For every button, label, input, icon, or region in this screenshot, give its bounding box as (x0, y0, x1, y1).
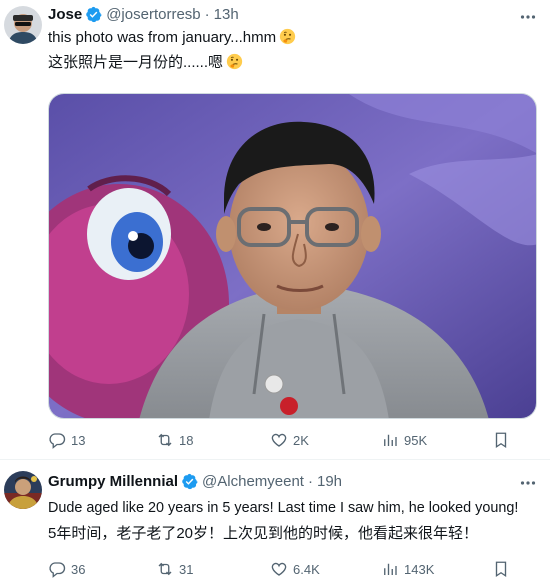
separator: · (204, 6, 210, 23)
photo-image (49, 94, 536, 418)
retweet-count: 31 (179, 561, 194, 577)
tweet[interactable]: Jose @josertorresb · 13h this photo was … (0, 0, 550, 460)
tweet-header: Grumpy Millennial @Alchemyeent · 19h (48, 473, 342, 490)
like-count: 2K (293, 432, 309, 448)
bookmark-button[interactable] (492, 560, 510, 578)
tweet-photo[interactable] (48, 93, 537, 419)
tweet-actions: 13 18 2K 95K (48, 431, 512, 451)
reply-icon (48, 431, 66, 449)
views-icon (381, 560, 399, 578)
avatar[interactable] (4, 6, 42, 44)
author-name[interactable]: Grumpy Millennial (48, 473, 178, 490)
reply-button[interactable]: 36 (48, 560, 85, 578)
avatar-image (4, 471, 42, 509)
bookmark-icon (492, 560, 510, 578)
tweet-text-line: this photo was from january...hmm (48, 29, 277, 46)
retweet-icon (156, 560, 174, 578)
reply-count: 36 (71, 561, 86, 577)
like-icon (270, 431, 288, 449)
tweet[interactable]: Grumpy Millennial @Alchemyeent · 19h Dud… (0, 461, 550, 586)
timestamp[interactable]: 19h (317, 473, 342, 490)
tweet-text: Dude aged like 20 years in 5 years! Last… (48, 500, 519, 516)
views-button[interactable]: 95K (381, 431, 427, 449)
reply-button[interactable]: 13 (48, 431, 85, 449)
tweet-text-translation: 5年时间，老子老了20岁！上次见到他的时候，他看起来很年轻！ (48, 525, 479, 542)
timestamp[interactable]: 13h (214, 6, 239, 23)
thinking-face-emoji-icon (226, 53, 243, 70)
tweet-header: Jose @josertorresb · 13h (48, 6, 239, 23)
avatar-image (4, 6, 42, 44)
thinking-face-emoji-icon (279, 28, 296, 45)
tweet-text-line: 这张照片是一月份的......嗯 (48, 54, 224, 71)
like-count: 6.4K (293, 561, 320, 577)
tweet-actions: 36 31 6.4K 143K (48, 560, 512, 580)
views-icon (381, 431, 399, 449)
more-icon[interactable] (518, 473, 538, 493)
author-handle[interactable]: @josertorresb (106, 6, 200, 23)
retweet-count: 18 (179, 432, 194, 448)
retweet-button[interactable]: 31 (156, 560, 193, 578)
tweet-text: this photo was from january...hmm (48, 28, 296, 48)
verified-badge-icon (181, 473, 198, 490)
views-count: 143K (404, 561, 435, 577)
views-count: 95K (404, 432, 428, 448)
tweet-text-translation: 这张照片是一月份的......嗯 (48, 53, 243, 73)
like-button[interactable]: 6.4K (270, 560, 320, 578)
reply-count: 13 (71, 432, 86, 448)
reply-icon (48, 560, 66, 578)
bookmark-button[interactable] (492, 431, 510, 449)
bookmark-icon (492, 431, 510, 449)
author-name[interactable]: Jose (48, 6, 82, 23)
like-button[interactable]: 2K (270, 431, 309, 449)
separator: · (307, 473, 313, 490)
like-icon (270, 560, 288, 578)
retweet-icon (156, 431, 174, 449)
views-button[interactable]: 143K (381, 560, 434, 578)
verified-badge-icon (85, 6, 102, 23)
retweet-button[interactable]: 18 (156, 431, 193, 449)
avatar[interactable] (4, 471, 42, 509)
more-icon[interactable] (518, 7, 538, 27)
author-handle[interactable]: @Alchemyeent (202, 473, 304, 490)
